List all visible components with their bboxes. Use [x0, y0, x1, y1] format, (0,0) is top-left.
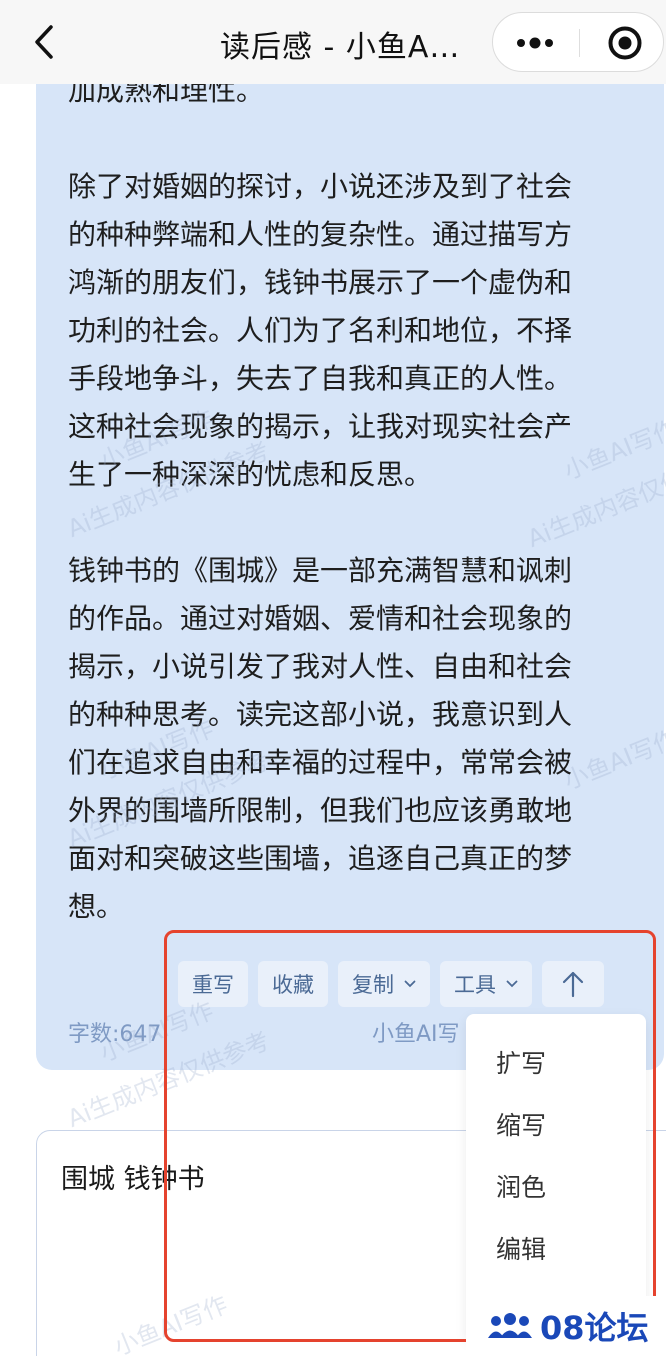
scroll-top-button[interactable]: [542, 961, 604, 1007]
answer-text: 加成熟和理性。 除了对婚姻的探讨，小说还涉及到了社会 的种种弊端和人性的复杂性。…: [68, 60, 628, 931]
copy-label: 复制: [352, 973, 394, 997]
copy-button[interactable]: 复制: [338, 961, 430, 1007]
rewrite-button[interactable]: 重写: [178, 961, 248, 1007]
text-line: 生了一种深深的忧虑和反思。: [68, 458, 433, 491]
brand-label: 小鱼AI写: [372, 1022, 460, 1047]
more-dots-icon: [517, 37, 553, 49]
site-badge: 08论坛: [466, 1296, 666, 1356]
text-line: 除了对婚姻的探讨，小说还涉及到了社会: [68, 170, 573, 203]
text-line: 的作品。通过对婚姻、爱情和社会现象的: [68, 602, 573, 635]
more-button[interactable]: [515, 31, 555, 55]
arrow-up-icon: [562, 971, 584, 998]
site-badge-text: 08论坛: [540, 1309, 649, 1347]
text-line: 想。: [68, 890, 125, 923]
chevron-down-icon: [506, 980, 518, 988]
tools-button[interactable]: 工具: [440, 961, 532, 1007]
tools-label: 工具: [454, 973, 496, 997]
chevron-down-icon: [404, 980, 416, 988]
text-line: 外界的围墙所限制，但我们也应该勇敢地: [68, 794, 573, 827]
text-line: 揭示，小说引发了我对人性、自由和社会: [68, 650, 573, 683]
menu-item-expand[interactable]: 扩写: [496, 1044, 546, 1080]
text-line: 们在追求自由和幸福的过程中，常常会被: [68, 746, 573, 779]
back-button[interactable]: [24, 20, 64, 64]
answer-paragraph: 钱钟书的《围城》是一部充满智慧和讽刺 的作品。通过对婚姻、爱情和社会现象的 揭示…: [68, 547, 628, 931]
chevron-left-icon: [35, 25, 53, 59]
menu-item-edit[interactable]: 编辑: [496, 1230, 546, 1266]
menu-item-polish[interactable]: 润色: [496, 1168, 546, 1204]
tools-dropdown-menu: 扩写 缩写 润色 编辑: [466, 1014, 646, 1340]
people-icon: [488, 1313, 532, 1338]
close-mini-program-button[interactable]: [607, 25, 643, 61]
page-title: 读后感 - 小鱼A…: [220, 30, 461, 65]
text-line: 功利的社会。人们为了名利和地位，不择: [68, 314, 573, 347]
ai-answer-card: 加成熟和理性。 除了对婚姻的探讨，小说还涉及到了社会 的种种弊端和人性的复杂性。…: [36, 60, 664, 1070]
menu-item-shorten[interactable]: 缩写: [496, 1106, 546, 1142]
text-line: 面对和突破这些围墙，追逐自己真正的梦: [68, 842, 573, 875]
prompt-input-value: 围城 钱钟书: [61, 1164, 205, 1195]
text-line: 的种种思考。读完这部小说，我意识到人: [68, 698, 573, 731]
nav-bar: 读后感 - 小鱼A…: [0, 0, 666, 84]
text-line: 手段地争斗，失去了自我和真正的人性。: [68, 362, 573, 395]
target-circle-icon: [608, 26, 642, 60]
answer-paragraph: 除了对婚姻的探讨，小说还涉及到了社会 的种种弊端和人性的复杂性。通过描写方 鸿渐…: [68, 163, 628, 499]
word-count: 字数:647: [68, 1022, 162, 1047]
text-line: 钱钟书的《围城》是一部充满智慧和讽刺: [68, 554, 573, 587]
capsule-divider: [579, 29, 580, 57]
answer-actions: 重写 收藏 复制 工具: [178, 961, 604, 1007]
text-line: 的种种弊端和人性的复杂性。通过描写方: [68, 218, 573, 251]
favorite-button[interactable]: 收藏: [258, 961, 328, 1007]
text-line: 这种社会现象的揭示，让我对现实社会产: [68, 410, 573, 443]
text-line: 鸿渐的朋友们，钱钟书展示了一个虚伪和: [68, 266, 573, 299]
mini-program-capsule: [492, 12, 664, 72]
